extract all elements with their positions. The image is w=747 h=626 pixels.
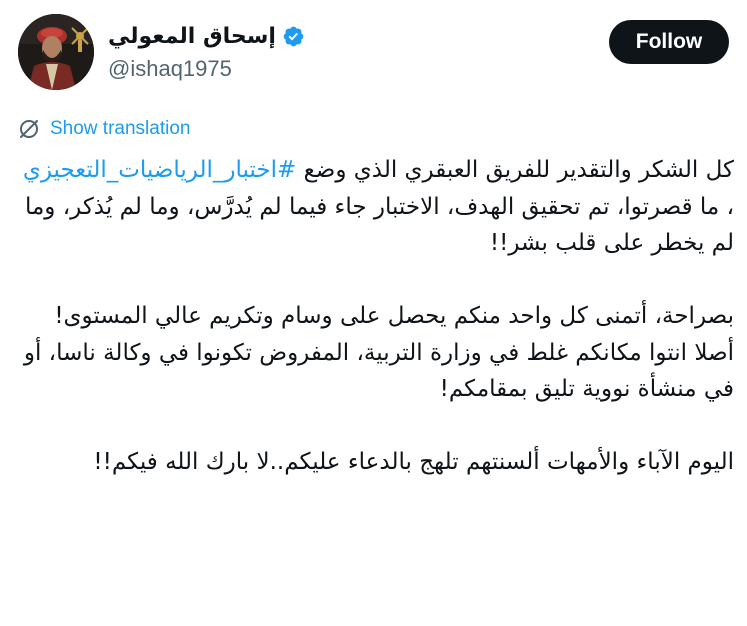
name-row: إسحاق المعولي bbox=[108, 20, 408, 52]
tweet-text-segment: ، ما قصرتوا، تم تحقيق الهدف، الاختبار جا… bbox=[24, 193, 734, 257]
show-translation-label: Show translation bbox=[50, 118, 191, 139]
author-handle[interactable]: @ishaq1975 bbox=[108, 56, 408, 82]
show-translation-link[interactable]: Show translation bbox=[18, 118, 190, 140]
tweet-text-segment: كل الشكر والتقدير للفريق العبقري الذي وض… bbox=[303, 157, 734, 183]
tweet-text: كل الشكر والتقدير للفريق العبقري الذي وض… bbox=[22, 152, 734, 481]
author-block: إسحاق المعولي @ishaq1975 bbox=[108, 20, 408, 82]
avatar[interactable] bbox=[18, 14, 94, 90]
tweet-header: إسحاق المعولي @ishaq1975 Follow bbox=[18, 14, 729, 98]
follow-button[interactable]: Follow bbox=[609, 20, 729, 64]
verified-badge-icon bbox=[282, 25, 305, 48]
avatar-photo-icon bbox=[18, 14, 94, 90]
tweet-paragraph-1: كل الشكر والتقدير للفريق العبقري الذي وض… bbox=[22, 152, 734, 262]
tweet-paragraph-2: بصراحة، أتمنى كل واحد منكم يحصل على وسام… bbox=[23, 303, 734, 402]
tweet-paragraph-3: اليوم الآباء والأمهات ألسنتهم تلهج بالدع… bbox=[93, 449, 734, 475]
hashtag-link[interactable]: #اختبار_الرياضيات_التعجيزي bbox=[23, 157, 296, 183]
display-name[interactable]: إسحاق المعولي bbox=[108, 24, 276, 49]
globe-translate-icon bbox=[18, 118, 40, 140]
